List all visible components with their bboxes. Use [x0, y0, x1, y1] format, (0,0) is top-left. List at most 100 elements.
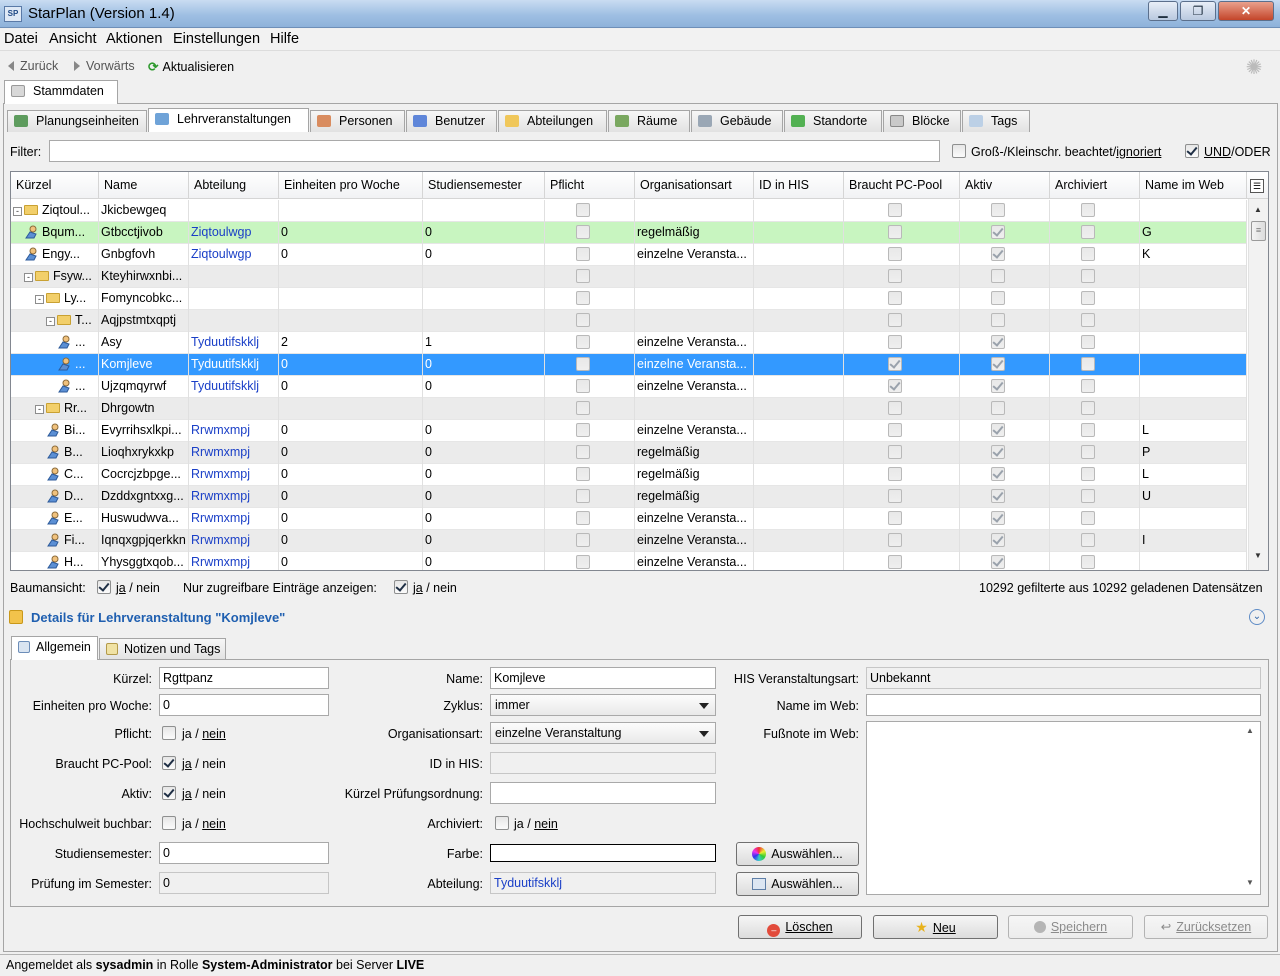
column-header[interactable]: Studiensemester [423, 172, 545, 199]
pflicht-checkbox[interactable] [162, 726, 176, 740]
table-row[interactable]: Bqum... Gtbcctjivob Ziqtoulwgp 0 0 regelmäßig… [11, 222, 1247, 244]
studiensemester-field[interactable] [159, 842, 329, 864]
reset-button[interactable]: ↩ Zurücksetzen [1144, 915, 1268, 939]
case-ignored-link[interactable]: ignoriert [1116, 145, 1161, 159]
tree-expander-icon[interactable]: - [46, 317, 55, 326]
new-button[interactable]: ★ Neu [873, 915, 998, 939]
table-row[interactable]: - Rr... Dhrgowtn [11, 398, 1247, 420]
tab-stammdaten[interactable]: Stammdaten [4, 80, 118, 104]
abteilung-link[interactable] [189, 288, 279, 310]
abteilung-link[interactable] [189, 310, 279, 332]
refresh-button[interactable]: ⟳ Aktualisieren [148, 59, 234, 74]
abteilung-link[interactable]: Rrwmxmpj [189, 420, 279, 442]
filter-input[interactable] [49, 140, 940, 162]
column-header[interactable]: Archiviert [1050, 172, 1140, 199]
scroll-thumb[interactable]: ≡ [1251, 221, 1266, 241]
table-row[interactable]: Engy... Gnbgfovh Ziqtoulwgp 0 0 einzelne Vera… [11, 244, 1247, 266]
abteilung-link[interactable]: Rrwmxmpj [189, 530, 279, 552]
table-row[interactable]: - Ziqtoul... Jkicbewgeq [11, 200, 1247, 222]
tab-planungseinheiten[interactable]: Planungseinheiten [7, 110, 147, 132]
pruefungsordnung-field[interactable] [490, 782, 716, 804]
column-chooser-button[interactable]: ☰ [1247, 172, 1268, 199]
kuerzel-field[interactable] [159, 667, 329, 689]
column-header[interactable]: Einheiten pro Woche [279, 172, 423, 199]
menu-hilfe[interactable]: Hilfe [270, 31, 299, 47]
tab-standorte[interactable]: Standorte [784, 110, 882, 132]
close-button[interactable]: ✕ [1218, 1, 1274, 21]
table-row[interactable]: E... Huswudwva... Rrwmxmpj 0 0 einzelne Veran… [11, 508, 1247, 530]
abteilung-link[interactable]: Rrwmxmpj [189, 508, 279, 530]
abteilung-link[interactable]: Tyduutifskklj [189, 332, 279, 354]
case-sensitive-checkbox[interactable] [952, 144, 966, 158]
scroll-down-icon[interactable]: ▼ [1246, 878, 1254, 887]
archiviert-checkbox[interactable] [495, 816, 509, 830]
pc-pool-checkbox[interactable] [162, 756, 176, 770]
scroll-up-icon[interactable]: ▲ [1254, 205, 1262, 214]
table-row[interactable]: - Ly... Fomyncobkc... [11, 288, 1247, 310]
column-header[interactable]: Kürzel [11, 172, 99, 199]
table-row[interactable]: ... Asy Tyduutifskklj 2 1 einzelne Veransta..… [11, 332, 1247, 354]
menu-ansicht[interactable]: Ansicht [49, 31, 97, 47]
aktiv-checkbox[interactable] [162, 786, 176, 800]
abteilung-link[interactable]: Rrwmxmpj [189, 464, 279, 486]
only-accessible-checkbox[interactable] [394, 580, 408, 594]
tab-abteilungen[interactable]: Abteilungen [498, 110, 607, 132]
column-header[interactable]: Name im Web [1140, 172, 1247, 199]
column-header[interactable]: Name [99, 172, 189, 199]
abteilung-link[interactable]: Rrwmxmpj [189, 442, 279, 464]
tree-expander-icon[interactable]: - [13, 207, 22, 216]
menu-einstellungen[interactable]: Einstellungen [173, 31, 260, 47]
name-im-web-field[interactable] [866, 694, 1261, 716]
tab-allgemein[interactable]: Allgemein [11, 636, 98, 660]
back-button[interactable]: Zurück [8, 59, 58, 73]
minimize-button[interactable]: ▁ [1148, 1, 1178, 21]
and-or-checkbox[interactable] [1185, 144, 1199, 158]
abteilung-link[interactable]: Tyduutifskklj [189, 354, 279, 376]
column-header[interactable]: Pflicht [545, 172, 635, 199]
column-header[interactable]: Aktiv [960, 172, 1050, 199]
fussnote-scrollbar[interactable]: ▲ ▼ [1242, 722, 1260, 894]
column-header[interactable]: Braucht PC-Pool [844, 172, 960, 199]
abteilung-link[interactable]: Ziqtoulwgp [189, 244, 279, 266]
table-vertical-scrollbar[interactable]: ▲ ≡ ▼ [1248, 199, 1268, 570]
tab-bloecke[interactable]: Blöcke [883, 110, 961, 132]
zyklus-select[interactable]: immer [490, 694, 716, 716]
scroll-down-icon[interactable]: ▼ [1254, 551, 1262, 560]
tab-notizen-und-tags[interactable]: Notizen und Tags [99, 638, 226, 660]
table-row[interactable]: B... Lioqhxrykxkp Rrwmxmpj 0 0 regelmäßig P [11, 442, 1247, 464]
table-row[interactable]: - T... Aqjpstmtxqptj [11, 310, 1247, 332]
table-row[interactable]: Bi... Evyrrihsxlkpi... Rrwmxmpj 0 0 einzelne … [11, 420, 1247, 442]
abteilung-link[interactable] [189, 200, 279, 222]
tree-view-checkbox[interactable] [97, 580, 111, 594]
collapse-details-icon[interactable]: ⌄ [1249, 609, 1265, 625]
abteilung-link[interactable] [189, 266, 279, 288]
abteilung-link[interactable]: Tyduutifskklj [189, 376, 279, 398]
abteilung-link[interactable]: Ziqtoulwgp [189, 222, 279, 244]
name-field[interactable] [490, 667, 716, 689]
save-button[interactable]: Speichern [1008, 915, 1133, 939]
table-row[interactable]: C... Cocrcjzbpge... Rrwmxmpj 0 0 regelmäßig L [11, 464, 1247, 486]
tab-lehrveranstaltungen[interactable]: Lehrveranstaltungen [148, 108, 309, 132]
table-row[interactable]: ... Ujzqmqyrwf Tyduutifskklj 0 0 einzelne Ver… [11, 376, 1247, 398]
einheiten-field[interactable] [159, 694, 329, 716]
maximize-button[interactable]: ❐ [1180, 1, 1216, 21]
hochschulweit-checkbox[interactable] [162, 816, 176, 830]
tab-benutzer[interactable]: Benutzer [406, 110, 497, 132]
scroll-up-icon[interactable]: ▲ [1246, 726, 1254, 735]
tab-personen[interactable]: Personen [310, 110, 405, 132]
table-row[interactable]: - Fsyw... Kteyhirwxnbi... [11, 266, 1247, 288]
menu-datei[interactable]: Datei [4, 31, 38, 47]
tab-raeume[interactable]: Räume [608, 110, 690, 132]
farbe-auswaehlen-button[interactable]: Auswählen... [736, 842, 859, 866]
tree-expander-icon[interactable]: - [35, 405, 44, 414]
tree-expander-icon[interactable]: - [24, 273, 33, 282]
column-header[interactable]: Organisationsart [635, 172, 754, 199]
tab-gebaeude[interactable]: Gebäude [691, 110, 783, 132]
column-header[interactable]: ID in HIS [754, 172, 844, 199]
table-row[interactable]: ... Komjleve Tyduutifskklj 0 0 einzelne Veran… [11, 354, 1247, 376]
organisationsart-select[interactable]: einzelne Veranstaltung [490, 722, 716, 744]
table-row[interactable]: H... Yhysggtxqob... Rrwmxmpj 0 0 einzelne Ver… [11, 552, 1247, 570]
forward-button[interactable]: Vorwärts [74, 59, 135, 73]
delete-button[interactable]: – Löschen [738, 915, 862, 939]
abteilung-auswaehlen-button[interactable]: Auswählen... [736, 872, 859, 896]
